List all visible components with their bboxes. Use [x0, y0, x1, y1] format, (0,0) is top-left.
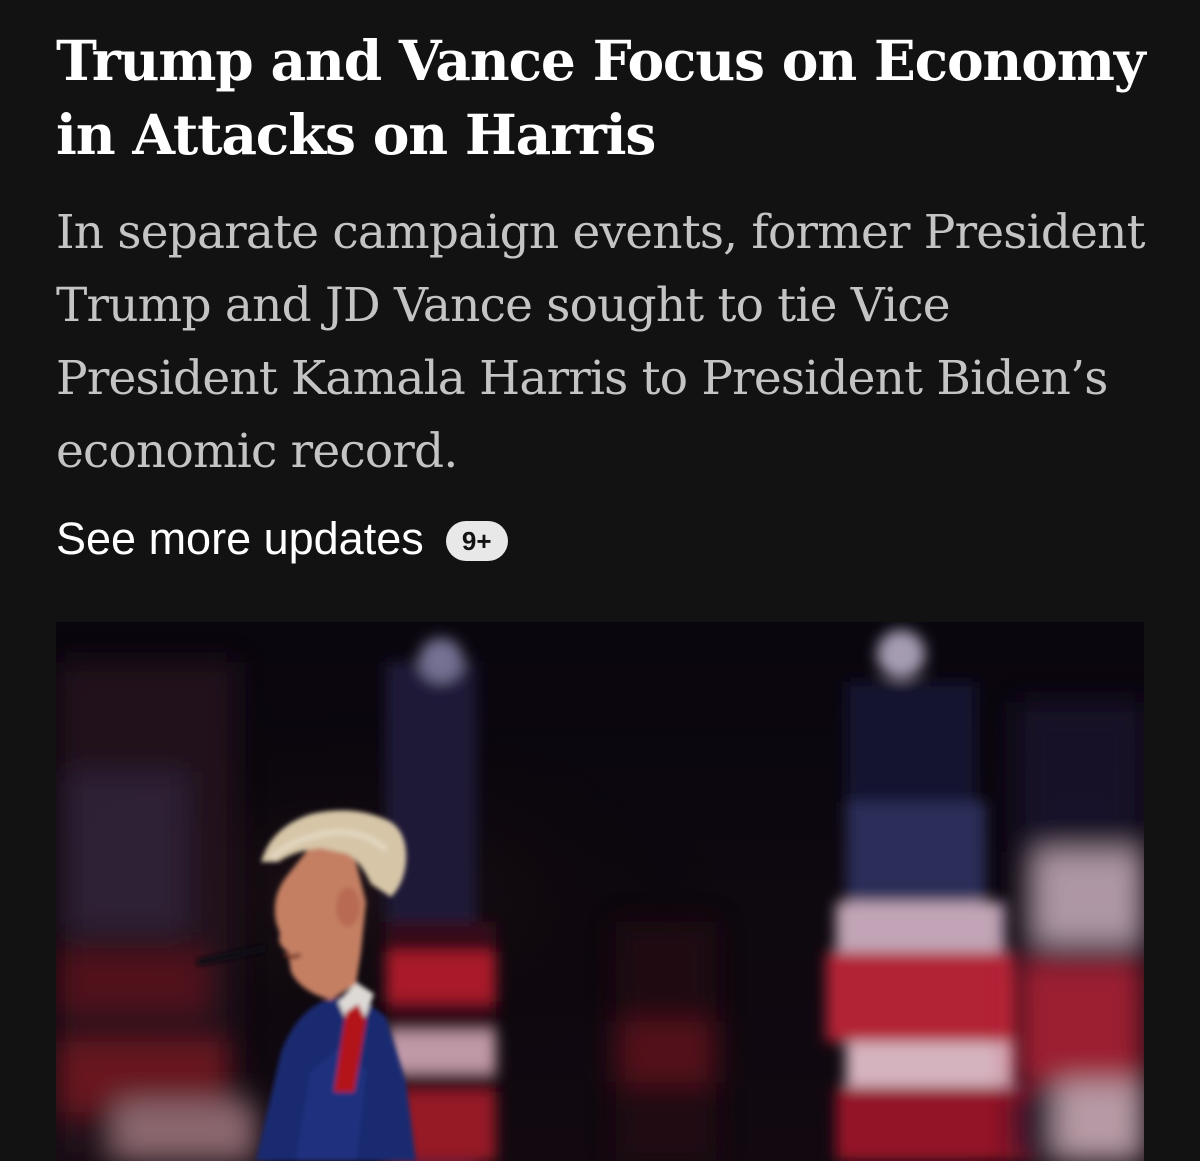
- article-photo[interactable]: [56, 622, 1144, 1161]
- headline[interactable]: Trump and Vance Focus on Economy in Atta…: [56, 24, 1166, 172]
- see-more-updates-link[interactable]: See more updates 9+: [56, 506, 508, 572]
- updates-count-badge: 9+: [445, 521, 508, 561]
- article-summary: In separate campaign events, former Pres…: [56, 205, 1146, 479]
- speaker-with-flags-image: [56, 622, 1144, 1161]
- see-more-updates-label: See more updates: [56, 513, 424, 564]
